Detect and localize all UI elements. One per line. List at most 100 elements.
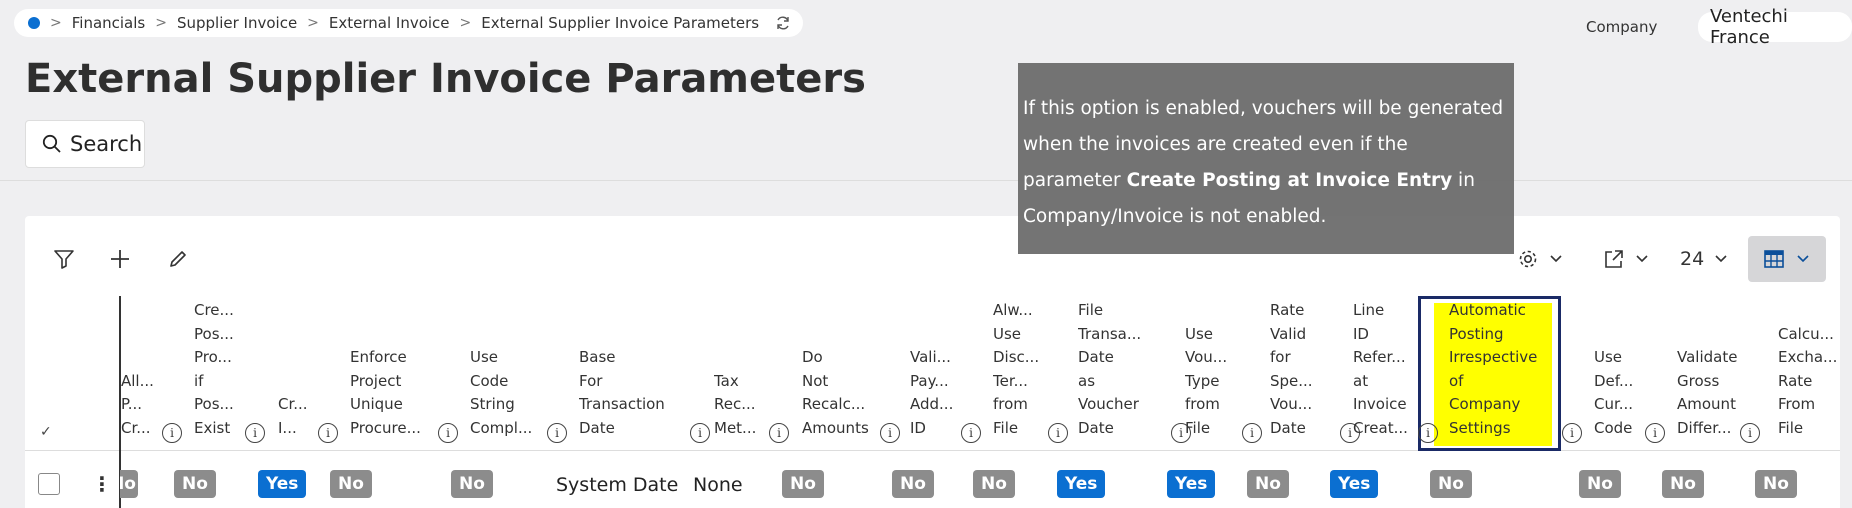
column-header-label: All... P... Cr... [121,371,154,437]
column-header-label: Use Def... Cur... Code [1594,348,1634,437]
add-icon[interactable] [106,245,134,273]
column-header[interactable]: Use Vou... Type from File [1185,300,1248,440]
column-header[interactable]: Base For Transaction Date [579,300,704,440]
refresh-icon[interactable] [775,15,791,31]
chevron-down-icon [1796,254,1810,264]
column-header-label: Calcu... Excha... Rate From File [1778,324,1838,437]
column-header-label: Base For Transaction Date [579,348,665,437]
chevron-down-icon [1714,254,1728,264]
table-icon [1764,250,1784,268]
info-icon[interactable]: i [245,423,265,443]
column-header[interactable]: Use File Transa... Date as Voucher Date [1078,300,1173,440]
column-header[interactable]: Vali... Pay... Add... ID [910,300,985,440]
search-button[interactable]: Search [25,120,145,168]
no-badge: No [120,470,138,498]
search-icon [42,134,62,154]
column-header-label: Use File Transa... Date as Voucher Date [1078,301,1142,437]
chevron-right-icon: > [50,15,62,31]
no-badge: No [330,470,372,498]
column-header-label: Use Vou... Type from File [1185,324,1228,437]
breadcrumb-current: External Supplier Invoice Parameters [481,14,760,32]
no-badge: No [1579,470,1621,498]
table-cell: System Date [556,474,679,496]
info-icon[interactable]: i [1242,423,1262,443]
yes-badge: Yes [258,470,307,498]
edit-icon[interactable] [164,245,192,273]
column-header[interactable]: Validate Gross Amount Differ... [1677,300,1752,440]
export-menu-button[interactable] [1596,246,1656,272]
info-icon[interactable]: i [1645,423,1665,443]
no-badge: No [1755,470,1797,498]
search-label: Search [70,132,143,156]
tooltip: If this option is enabled, vouchers will… [1018,63,1514,254]
column-header-label: Cre... Pos... Pro... if Pos... Exist [194,301,234,437]
column-header[interactable]: Enforce Project Unique Procure... [350,300,450,440]
no-badge: No [174,470,216,498]
column-header[interactable]: Tax Rec... Met... [714,300,784,440]
yes-badge: Yes [1057,470,1106,498]
info-icon[interactable]: i [1418,423,1438,443]
chevron-right-icon: > [155,15,167,31]
info-icon[interactable]: i [1740,423,1760,443]
info-icon[interactable]: i [1048,423,1068,443]
column-header[interactable]: Use Def... Cur... Code [1594,300,1652,440]
info-icon[interactable]: i [769,423,789,443]
column-header[interactable]: Cre... Pos... Pro... if Pos... Exist [194,300,253,440]
info-icon[interactable]: i [961,423,981,443]
no-badge: No [451,470,493,498]
column-header[interactable]: Rate Valid for Spe... Vou... Date [1270,300,1332,440]
column-header[interactable]: Automatic Posting Irrespective of Compan… [1449,300,1557,440]
company-selector[interactable]: Ventechi France [1698,6,1852,48]
column-header-label: Use Line ID Refer... at Invoice Creat... [1353,301,1408,437]
page-title: External Supplier Invoice Parameters [25,56,866,102]
settings-menu-button[interactable] [1510,246,1570,272]
row-menu-icon[interactable]: ⋮ [92,474,112,494]
breadcrumb-supplier-invoice[interactable]: Supplier Invoice [177,14,297,32]
header-divider [25,450,1840,451]
column-header[interactable]: Use Code String Compl... [470,300,565,440]
info-icon[interactable]: i [1562,423,1582,443]
gear-icon [1517,248,1539,270]
filter-icon[interactable] [50,245,78,273]
column-header[interactable]: Do Not Recalc... Amounts [802,300,892,440]
chevron-down-icon [1635,254,1649,264]
column-header[interactable]: All... P... Cr... [121,300,161,440]
column-header-label: Enforce Project Unique Procure... [350,348,421,437]
column-header-label: Do Not Recalc... Amounts [802,348,869,437]
no-badge: No [892,470,934,498]
yes-badge: Yes [1167,470,1216,498]
no-badge: No [973,470,1015,498]
page-size-selector[interactable]: 24 [1680,246,1728,272]
view-mode-button[interactable] [1748,236,1826,282]
company-label: Company [1586,18,1658,36]
column-header[interactable]: Cr... I... [278,300,318,440]
info-icon[interactable]: i [438,423,458,443]
no-badge: No [1662,470,1704,498]
column-header[interactable]: Calcu... Excha... Rate From File [1778,300,1852,440]
info-icon[interactable]: i [162,423,182,443]
select-all-checkmark[interactable]: ✓ [40,424,52,440]
info-icon[interactable]: i [547,423,567,443]
tooltip-bold-text: Create Posting at Invoice Entry [1126,170,1453,191]
row-checkbox[interactable] [38,473,60,495]
info-icon[interactable]: i [318,423,338,443]
share-icon [1603,248,1625,270]
home-icon[interactable] [28,17,40,29]
column-header-label: Rate Valid for Spe... Vou... Date [1270,301,1313,437]
column-header[interactable]: Use Line ID Refer... at Invoice Creat... [1353,300,1421,440]
no-badge: No [1247,470,1289,498]
chevron-down-icon [1549,254,1563,264]
column-header-label: Alw... Use Disc... Ter... from File [993,301,1040,437]
column-header[interactable]: Alw... Use Disc... Ter... from File [993,300,1048,440]
column-header-label: Validate Gross Amount Differ... [1677,348,1738,437]
breadcrumb-financials[interactable]: Financials [72,14,146,32]
breadcrumb-external-invoice[interactable]: External Invoice [329,14,450,32]
divider [0,180,1852,181]
yes-badge: Yes [1330,470,1379,498]
info-icon[interactable]: i [880,423,900,443]
breadcrumb: > Financials > Supplier Invoice > Extern… [14,9,804,37]
page-size-value: 24 [1680,248,1705,270]
column-header-label: Cr... I... [278,395,308,437]
column-header-label: Automatic Posting Irrespective of Compan… [1449,301,1538,437]
info-icon[interactable]: i [690,423,710,443]
